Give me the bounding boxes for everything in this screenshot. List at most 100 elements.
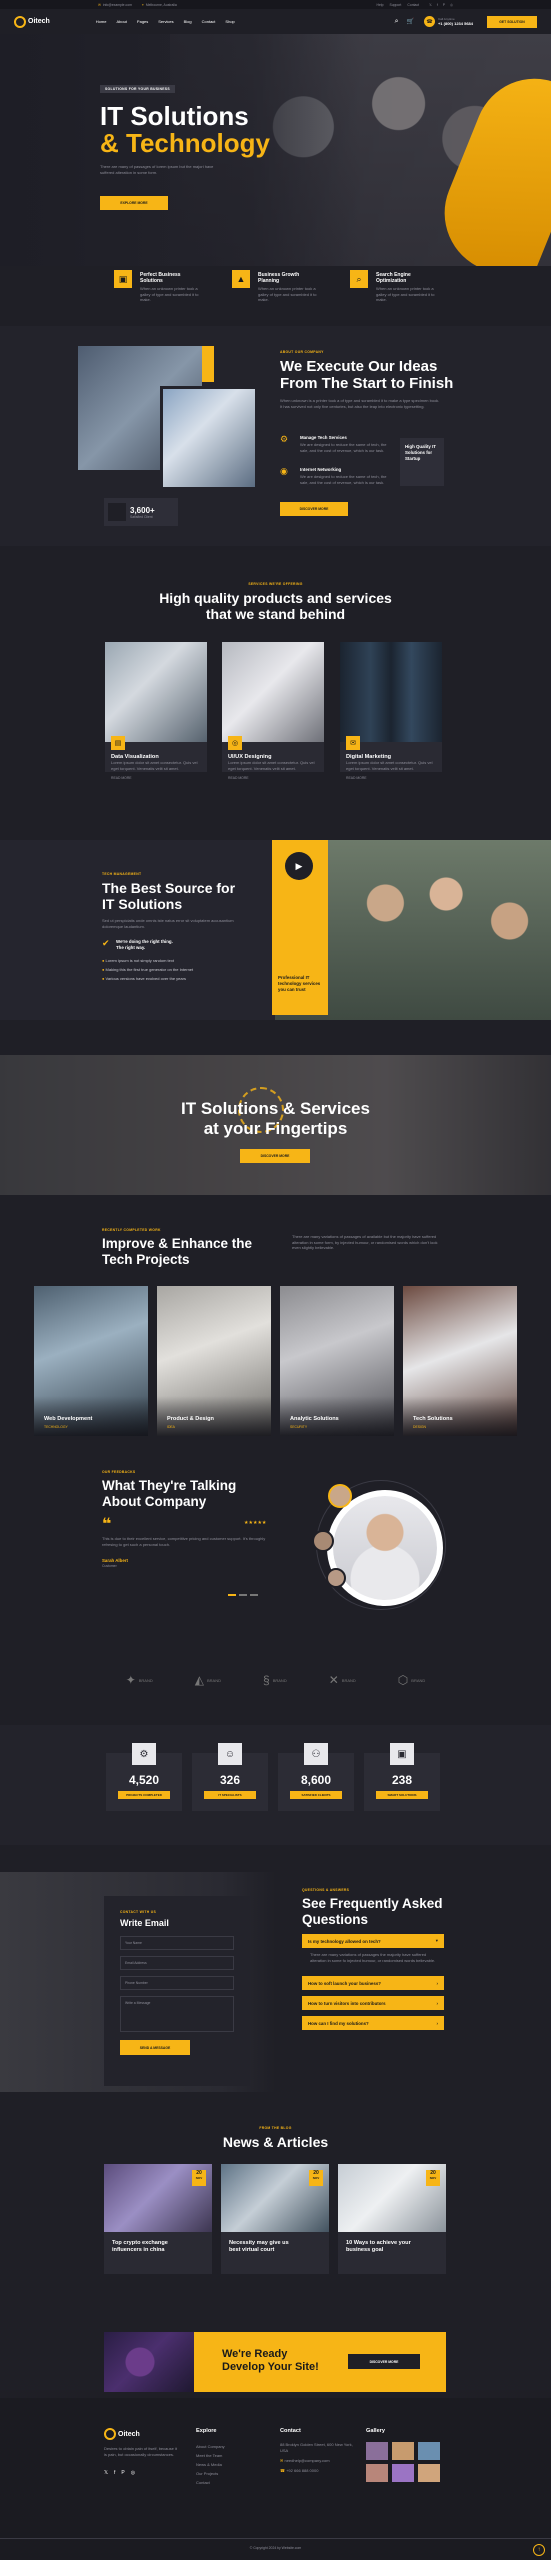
date-badge: 20 NOV [426,2170,440,2186]
project-card[interactable]: Product & Design IDEA [157,1286,271,1436]
brand-logo[interactable]: § BRAND [263,1673,287,1687]
service-read-more[interactable]: READ MORE [111,776,132,780]
logo-icon [104,2428,116,2440]
nav-shop[interactable]: Shop [225,19,234,24]
about-discover-button[interactable]: DISCOVER MORE [280,502,348,516]
gallery-thumb[interactable] [418,2442,440,2460]
nav-services[interactable]: Services [158,19,173,24]
banner-section: IT Solutions & Services at your Fingerti… [0,1055,551,1195]
topbar-link-support[interactable]: Support [390,3,402,7]
faq-item-open[interactable]: Is my technology allowed on tech? ▾ [302,1934,444,1948]
gallery-thumb[interactable] [366,2442,388,2460]
topbar-address: Melbourne, Australia [145,2,177,7]
name-field[interactable]: Your Name [120,1936,234,1950]
about-section: 3,600+ Satisfied Client ABOUT OUR COMPAN… [0,326,551,546]
cart-icon[interactable]: 🛒 [406,18,413,25]
footer-phone[interactable]: ☎ +92 666 888 0000 [280,2468,318,2473]
cta-title-2: Develop Your Site! [222,2361,319,2373]
instagram-icon[interactable]: ◎ [450,3,453,7]
solution-icon: ▣ [390,1743,414,1765]
service-read-more[interactable]: READ MORE [228,776,249,780]
stat-card: ⚙ 4,520 PROJECTS COMPLETED [106,1743,182,1811]
twitter-icon[interactable]: 𝕏 [429,3,432,7]
facebook-icon[interactable]: f [437,3,438,7]
service-photo [222,642,324,742]
hero-text: There are many of passages of lorem ipsu… [100,164,214,175]
phone-block[interactable]: Call Anytime +1 (800) 1234 5684 [438,17,473,26]
contact-form: CONTACT WITH US Write Email Your Name Em… [104,1896,250,2086]
faq-item[interactable]: How to soft launch your business? › [302,1976,444,1990]
nav-home[interactable]: Home [96,19,107,24]
service-card[interactable]: ◎ UI/UX Designing [222,642,324,772]
search-icon[interactable]: ⌕ [395,18,399,26]
footer-email[interactable]: ✉ needhelp@company.com [280,2458,330,2463]
projects-title-2: Tech Projects [102,1252,190,1267]
nav-about[interactable]: About [116,19,126,24]
slider-dots[interactable] [228,1594,258,1596]
twitter-icon[interactable]: 𝕏 [104,2470,108,2476]
service-icon: ◎ [228,736,242,750]
best-source-section: ▶ Professional IT technology services yo… [0,840,551,1020]
send-message-button[interactable]: SEND A MESSAGE [120,2040,190,2055]
stat-card: ⚇ 8,600 SATISFIED CLIENTS [278,1743,354,1811]
phone-field[interactable]: Phone Number [120,1976,234,1990]
nav-pages[interactable]: Pages [137,19,148,24]
best-title-1: The Best Source for [102,880,236,896]
news-card[interactable]: 20 NOV 10 Ways to achieve your business g… [338,2164,446,2274]
location-icon: ⌖ [141,2,144,7]
hero-explore-button[interactable]: EXPLORE MORE [100,196,168,210]
logo[interactable]: Oitech [14,15,50,28]
counter-box: 3,600+ Satisfied Client [104,498,178,526]
topbar-email[interactable]: info@example.com [103,3,132,7]
projects-title-1: Improve & Enhance the [102,1236,253,1251]
faq-item[interactable]: How to turn visitors into contributors › [302,1996,444,2010]
gallery-thumb[interactable] [392,2442,414,2460]
avatar[interactable] [328,1484,352,1508]
testimonial-photo [327,1490,443,1606]
services-title-2: that we stand behind [205,606,346,622]
project-card[interactable]: Web Development TECHNOLOGY [34,1286,148,1436]
quote-icon: ❝ [102,1516,112,1533]
faq-item[interactable]: How can I find my solutions? › [302,2016,444,2030]
brand-icon: § [263,1673,270,1687]
topbar-link-help[interactable]: Help [377,3,384,7]
date-badge: 20 NOV [192,2170,206,2186]
instagram-icon[interactable]: ◎ [131,2470,135,2476]
network-icon: ⚇ [304,1743,328,1765]
get-solution-button[interactable]: GET SOLUTION [487,15,537,28]
footer-logo[interactable]: Oitech [104,2428,140,2440]
brand-logo[interactable]: ⬡ BRAND [398,1673,426,1687]
pinterest-icon[interactable]: P [121,2470,124,2476]
play-button[interactable]: ▶ [285,852,313,880]
gallery-thumb[interactable] [392,2464,414,2482]
service-card[interactable]: ✉ Digital Marketing [340,642,442,772]
email-field[interactable]: Email Address [120,1956,234,1970]
brand-logo[interactable]: ✕ BRAND [329,1673,356,1687]
service-read-more[interactable]: READ MORE [346,776,367,780]
projects-icon: ⚙ [132,1743,156,1765]
scroll-top-button[interactable]: ↑ [533,2544,545,2556]
pinterest-icon[interactable]: P [443,3,445,7]
avatar[interactable] [326,1568,346,1588]
gallery-thumb[interactable] [366,2464,388,2482]
about-photo-yellow [202,346,214,382]
banner-discover-button[interactable]: DISCOVER MORE [240,1149,310,1163]
gallery-thumb[interactable] [418,2464,440,2482]
brand-logo[interactable]: ◭ BRAND [195,1673,221,1687]
news-card[interactable]: 20 NOV Top crypto exchange influencers in… [104,2164,212,2274]
topbar-link-contact[interactable]: Contact [407,3,419,7]
service-card[interactable]: ▤ Data Visualization [105,642,207,772]
project-card[interactable]: Analytic Solutions SECURITY [280,1286,394,1436]
brand-logo[interactable]: ✦ BRAND [126,1673,153,1687]
news-card[interactable]: 20 NOV Necessity may give us best virtual… [221,2164,329,2274]
project-card[interactable]: Tech Solutions DESIGN [403,1286,517,1436]
nav-blog[interactable]: Blog [184,19,192,24]
facebook-icon[interactable]: f [114,2470,115,2476]
avatar[interactable] [312,1530,334,1552]
nav-contact[interactable]: Contact [202,19,216,24]
banner-title-2: at your Fingertips [203,1119,348,1138]
faq-title-2: Questions [302,1912,369,1927]
cta-discover-button[interactable]: DISCOVER MORE [348,2354,420,2369]
growth-icon: ▲ [232,270,250,288]
message-field[interactable]: Write a Message [120,1996,234,2032]
